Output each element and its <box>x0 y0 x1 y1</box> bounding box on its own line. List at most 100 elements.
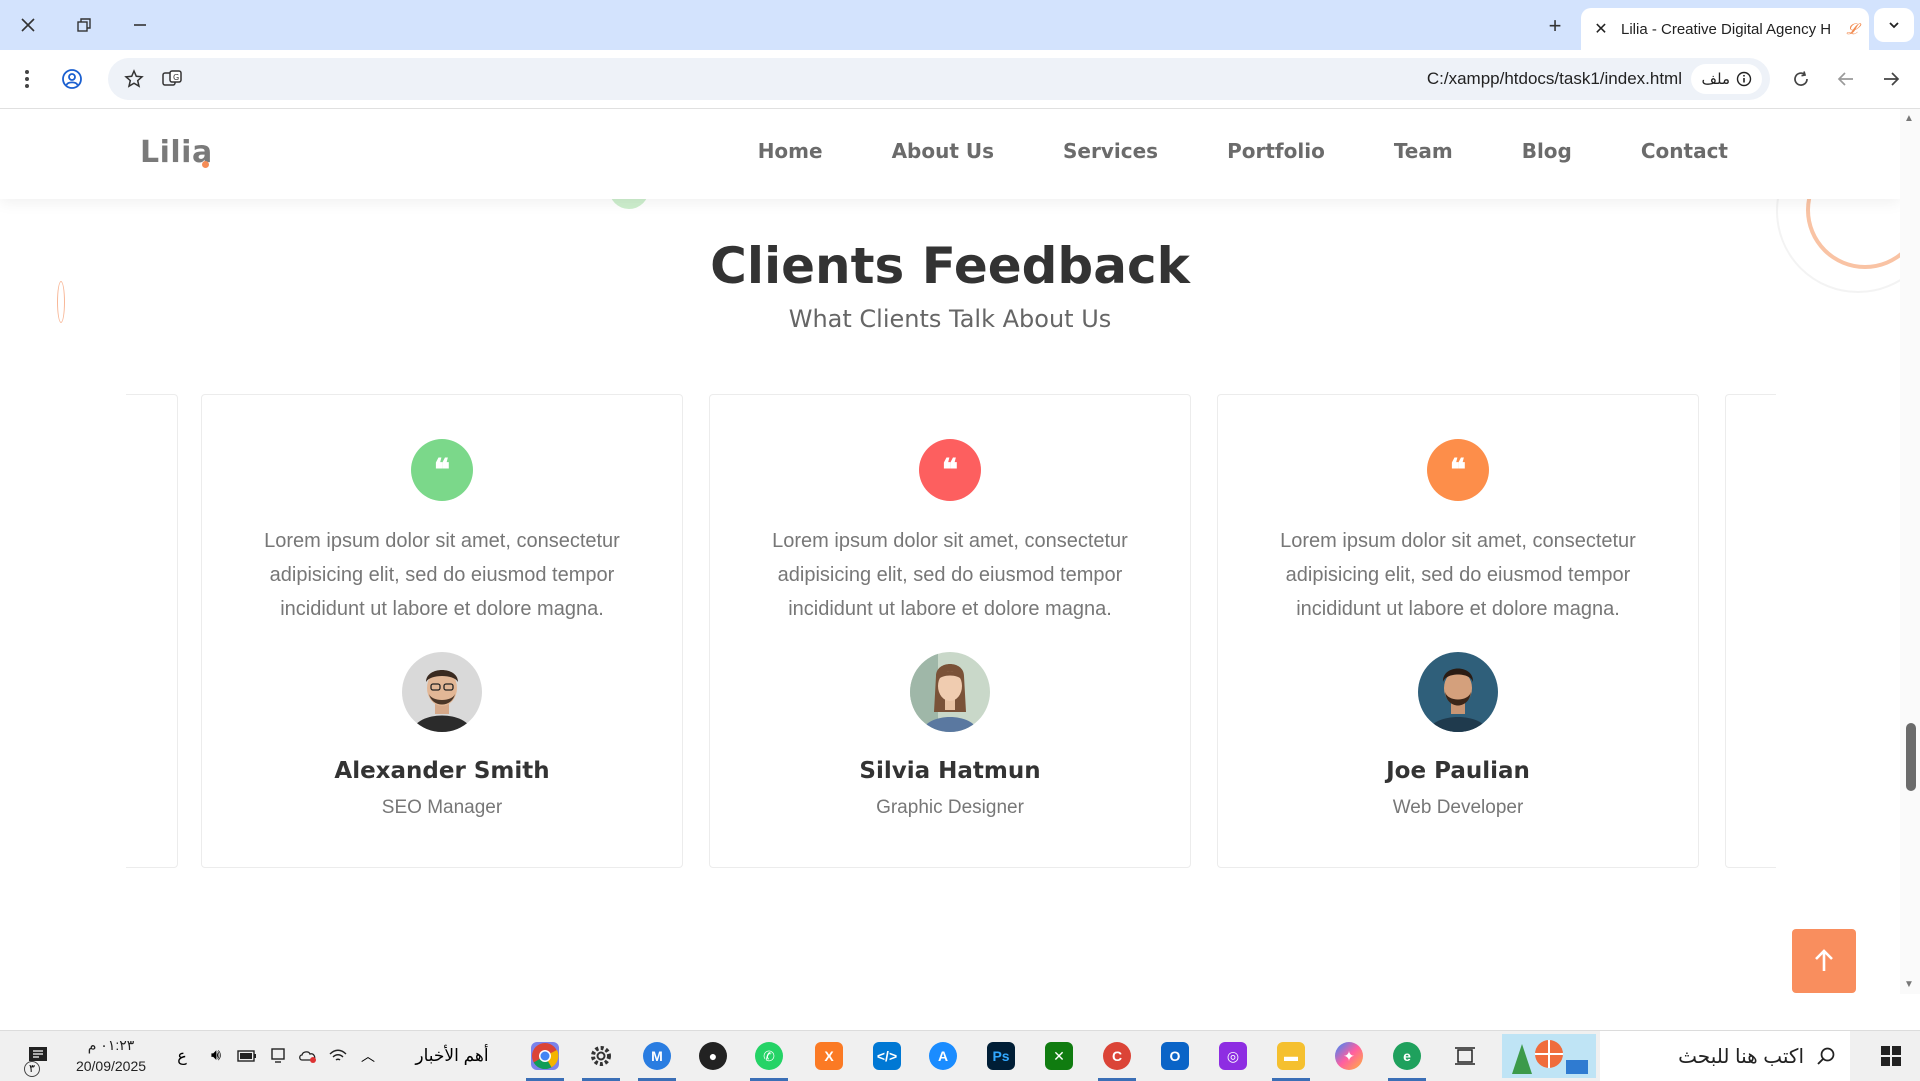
forward-arrow-icon[interactable] <box>1873 61 1909 97</box>
battery-icon[interactable] <box>232 1031 262 1081</box>
address-bar[interactable]: G C:/xampp/htdocs/task1/index.html ملف <box>108 58 1770 100</box>
search-placeholder: اكتب هنا للبحث <box>1678 1045 1804 1068</box>
testimonial-slider[interactable]: ❝ Lorem ipsum dolor sit amet, consectetu… <box>126 394 1776 869</box>
url-text[interactable]: C:/xampp/htdocs/task1/index.html <box>1427 69 1682 89</box>
nav-home[interactable]: Home <box>758 139 823 163</box>
scroll-up-arrow-icon[interactable]: ▲ <box>1904 113 1914 124</box>
file-explorer-icon[interactable]: ▬ <box>1266 1031 1316 1081</box>
taskbar-search[interactable]: اكتب هنا للبحث <box>1600 1031 1850 1081</box>
chrome-icon[interactable] <box>520 1031 570 1081</box>
profile-icon[interactable] <box>54 61 90 97</box>
site-logo[interactable]: Lilia <box>140 135 213 170</box>
tab-title: Lilia - Creative Digital Agency H <box>1621 20 1832 38</box>
section-subtitle: What Clients Talk About Us <box>788 305 1112 333</box>
site-info-label: ملف <box>1701 71 1730 88</box>
wifi-icon[interactable] <box>324 1031 352 1081</box>
client-name: Silvia Hatmun <box>859 758 1041 784</box>
back-arrow-icon[interactable] <box>1828 61 1864 97</box>
reload-icon[interactable] <box>1783 61 1819 97</box>
notification-center-icon[interactable]: ٣ <box>18 1031 58 1081</box>
scroll-down-arrow-icon[interactable]: ▼ <box>1904 979 1914 990</box>
client-role: SEO Manager <box>381 797 503 818</box>
vscode-icon[interactable]: </> <box>862 1031 912 1081</box>
display-icon[interactable] <box>264 1031 292 1081</box>
search-highlight-icon[interactable] <box>1500 1031 1598 1081</box>
tab-favicon-icon: 𝓛 <box>1846 20 1858 38</box>
outlook-icon[interactable]: O <box>1150 1031 1200 1081</box>
xampp-icon[interactable]: X <box>804 1031 854 1081</box>
tab-search-menu-button[interactable] <box>1874 8 1914 42</box>
testimonial-card: ❝ Lorem ipsum dolor sit amet, consectetu… <box>201 394 683 868</box>
search-icon <box>1817 1047 1835 1065</box>
info-icon <box>1736 71 1752 87</box>
new-tab-button[interactable]: + <box>1535 10 1575 42</box>
chevron-up-icon[interactable]: ︿ <box>354 1031 382 1081</box>
back-to-top-button[interactable] <box>1792 929 1856 993</box>
nav-about-us[interactable]: About Us <box>892 139 994 163</box>
nav-portfolio[interactable]: Portfolio <box>1227 139 1325 163</box>
main-nav: Home About Us Services Portfolio Team Bl… <box>758 139 1728 163</box>
bookmark-star-icon[interactable] <box>116 61 152 97</box>
page-viewport: Lilia Home About Us Services Portfolio T… <box>0 109 1900 994</box>
photoshop-icon[interactable]: Ps <box>976 1031 1026 1081</box>
close-window-icon[interactable] <box>0 0 56 50</box>
edge-profile-icon[interactable]: M <box>632 1031 682 1081</box>
onedrive-icon[interactable] <box>294 1031 322 1081</box>
nav-contact[interactable]: Contact <box>1641 139 1728 163</box>
app-store-icon[interactable]: A <box>918 1031 968 1081</box>
testimonial-card-partial <box>1725 394 1776 868</box>
testimonial-card-partial <box>126 394 178 868</box>
browser-menu-icon[interactable] <box>9 61 45 97</box>
page-scrollbar[interactable]: ▲ ▼ <box>1900 109 1920 994</box>
nav-blog[interactable]: Blog <box>1522 139 1572 163</box>
translate-icon[interactable]: G <box>154 61 190 97</box>
client-role: Graphic Designer <box>876 797 1024 818</box>
client-avatar <box>910 652 990 732</box>
whatsapp-icon[interactable]: ✆ <box>744 1031 794 1081</box>
client-avatar <box>402 652 482 732</box>
browser-tab-active[interactable]: ✕ Lilia - Creative Digital Agency H 𝓛 <box>1581 8 1869 50</box>
arrow-up-icon <box>1815 949 1833 971</box>
clock-date: 20/09/2025 <box>75 1058 147 1074</box>
os-taskbar: ٣ ٠١:٢٣ م 20/09/2025 ع 🔊︎ ︿ أهم الأخبار … <box>0 1030 1920 1081</box>
browser-toolbar: G C:/xampp/htdocs/task1/index.html ملف <box>0 50 1920 109</box>
svg-text:G: G <box>173 73 179 82</box>
testimonial-card: ❝ Lorem ipsum dolor sit amet, consectetu… <box>1217 394 1699 868</box>
volume-icon[interactable]: 🔊︎ <box>202 1031 230 1081</box>
testimonial-quote: Lorem ipsum dolor sit amet, consectetur … <box>772 530 1128 620</box>
tab-close-icon[interactable]: ✕ <box>1581 19 1621 39</box>
news-label: أهم الأخبار <box>415 1046 489 1065</box>
podcast-icon[interactable]: ◎ <box>1208 1031 1258 1081</box>
quote-icon: ❝ <box>411 439 473 501</box>
task-view-icon[interactable] <box>1440 1031 1490 1081</box>
xbox-icon[interactable]: ✕ <box>1034 1031 1084 1081</box>
testimonial-quote: Lorem ipsum dolor sit amet, consectetur … <box>1280 530 1636 620</box>
chrome-profile-icon[interactable]: C <box>1092 1031 1142 1081</box>
logo-dot <box>202 161 209 168</box>
nav-services[interactable]: Services <box>1063 139 1158 163</box>
testimonial-card: ❝ Lorem ipsum dolor sit amet, consectetu… <box>709 394 1191 868</box>
site-info-chip[interactable]: ملف <box>1691 64 1762 94</box>
news-widget[interactable]: أهم الأخبار <box>404 1031 500 1081</box>
clock-time: ٠١:٢٣ م <box>87 1037 135 1053</box>
input-language[interactable]: ع <box>170 1031 194 1081</box>
quote-icon: ❝ <box>919 439 981 501</box>
settings-gear-icon[interactable] <box>576 1031 626 1081</box>
restore-window-icon[interactable] <box>56 0 112 50</box>
notification-count-badge: ٣ <box>24 1061 40 1077</box>
testimonial-quote: Lorem ipsum dolor sit amet, consectetur … <box>264 530 620 620</box>
client-name: Alexander Smith <box>334 758 550 784</box>
windows-start-icon[interactable] <box>1866 1031 1916 1081</box>
nav-team[interactable]: Team <box>1394 139 1453 163</box>
minimize-window-icon[interactable] <box>112 0 168 50</box>
system-clock[interactable]: ٠١:٢٣ م 20/09/2025 <box>66 1035 156 1077</box>
copilot-icon[interactable]: ✦ <box>1324 1031 1374 1081</box>
obs-icon[interactable]: ● <box>688 1031 738 1081</box>
scrollbar-thumb[interactable] <box>1906 723 1916 791</box>
site-header: Lilia Home About Us Services Portfolio T… <box>0 109 1900 199</box>
edge-icon[interactable]: e <box>1382 1031 1432 1081</box>
client-name: Joe Paulian <box>1386 758 1530 784</box>
browser-tab-bar: + ✕ Lilia - Creative Digital Agency H 𝓛 <box>0 0 1920 50</box>
section-title: Clients Feedback <box>710 237 1190 295</box>
client-role: Web Developer <box>1392 797 1524 818</box>
